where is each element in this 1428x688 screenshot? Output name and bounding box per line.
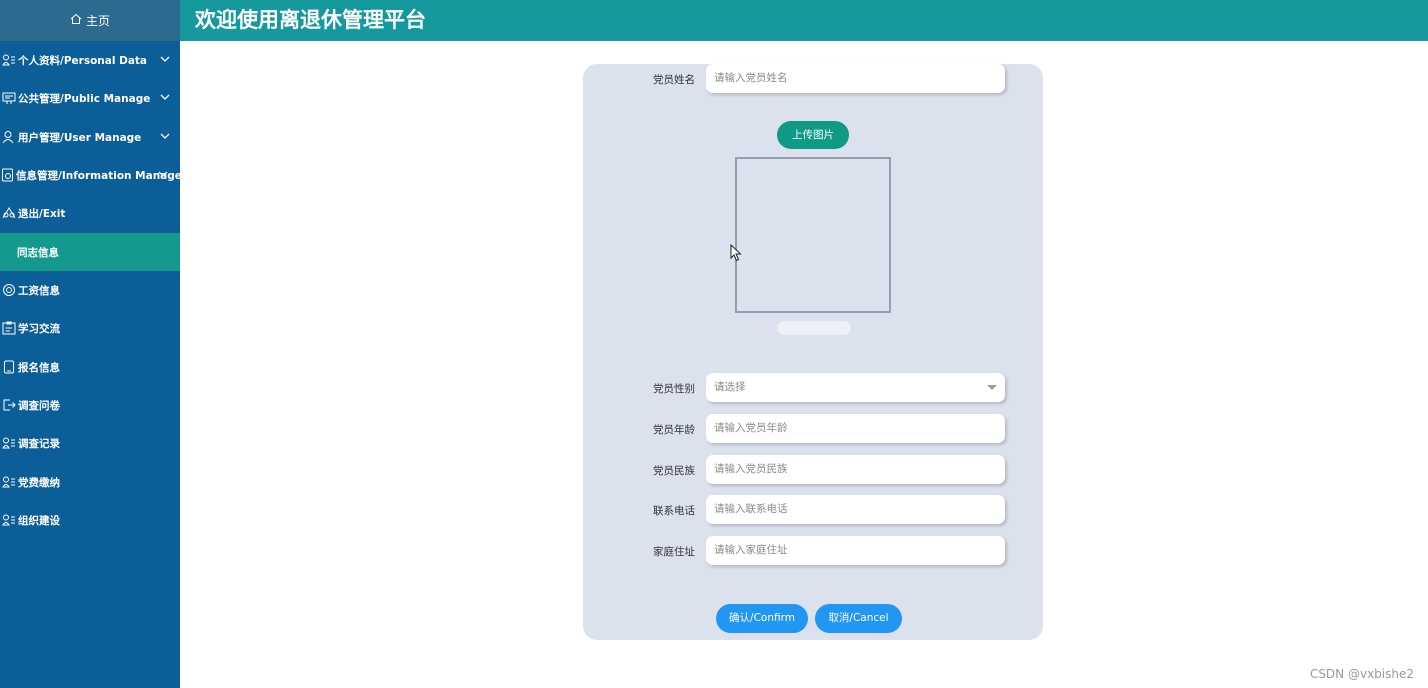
sidebar-item-label: 公共管理/Public Manage (18, 92, 151, 105)
sidebar-item-label: 报名信息 (18, 361, 60, 374)
person-card-icon (1, 52, 17, 68)
sidebar-item-survey-records[interactable]: 调查记录 (0, 424, 180, 462)
person-card-icon (1, 512, 17, 528)
sidebar-item-comrade-info[interactable]: 同志信息 (0, 233, 180, 271)
ethnicity-input[interactable]: 请输入党员民族 (706, 455, 1005, 484)
address-label: 家庭住址 (653, 546, 695, 558)
image-preview (735, 157, 891, 313)
sidebar-item-label: 调查问卷 (18, 399, 60, 412)
home-label: 主页 (85, 14, 110, 28)
user-icon (1, 129, 17, 145)
image-caption (777, 321, 851, 335)
chevron-down-icon (158, 169, 168, 181)
sidebar-item-label: 信息管理/Information Manage (16, 169, 180, 182)
chevron-down-icon (160, 131, 170, 143)
name-input[interactable]: 请输入党员姓名 (706, 64, 1005, 93)
coin-icon (1, 282, 17, 298)
member-form: 党员姓名 请输入党员姓名 上传图片 党员性别 请选择 党员年龄 请输入党员年龄 … (583, 64, 1043, 640)
address-input[interactable]: 请输入家庭住址 (706, 536, 1005, 565)
phone-icon (1, 359, 17, 375)
gender-select[interactable]: 请选择 (706, 373, 1005, 402)
home-icon (70, 13, 82, 28)
chevron-down-icon (160, 54, 170, 66)
sidebar-item-information-manage[interactable]: 信息管理/Information Manage (0, 156, 180, 194)
cancel-button[interactable]: 取消/Cancel (815, 604, 902, 633)
watermark: CSDN @vxbishe2 (1309, 667, 1414, 681)
sidebar-home[interactable]: 主页 (0, 0, 180, 41)
sidebar-item-label: 组织建设 (18, 514, 60, 527)
sidebar-item-salary-info[interactable]: 工资信息 (0, 271, 180, 309)
person-card-icon (1, 435, 17, 451)
sidebar-item-party-dues[interactable]: 党费缴纳 (0, 463, 180, 501)
clipboard-icon (1, 320, 17, 336)
gender-select-value: 请选择 (714, 381, 746, 393)
page-title: 欢迎使用离退休管理平台 (195, 8, 426, 32)
doc-gear-icon (1, 167, 15, 183)
board-icon (1, 90, 17, 106)
sidebar-item-organization[interactable]: 组织建设 (0, 501, 180, 539)
sidebar-item-label: 退出/Exit (18, 207, 66, 220)
sidebar-item-label: 个人资料/Personal Data (18, 54, 148, 67)
sidebar-item-study-exchange[interactable]: 学习交流 (0, 309, 180, 347)
sidebar-item-label: 用户管理/User Manage (18, 131, 142, 144)
upload-image-button[interactable]: 上传图片 (777, 121, 849, 149)
person-card-icon (1, 474, 17, 490)
mouse-cursor-icon (730, 243, 742, 266)
sidebar-item-registration-info[interactable]: 报名信息 (0, 348, 180, 386)
gender-label: 党员性别 (653, 383, 695, 395)
sidebar-item-label: 党费缴纳 (18, 476, 60, 489)
sidebar: 主页 个人资料/Personal Data 公共管理/Public Manage… (0, 0, 180, 688)
sidebar-item-user-manage[interactable]: 用户管理/User Manage (0, 118, 180, 156)
sidebar-item-survey[interactable]: 调查问卷 (0, 386, 180, 424)
age-label: 党员年龄 (653, 424, 695, 436)
exit-icon (1, 205, 17, 221)
sidebar-item-exit[interactable]: 退出/Exit (0, 194, 180, 232)
sidebar-item-label: 同志信息 (17, 246, 59, 259)
page-header: 欢迎使用离退休管理平台 (180, 0, 1428, 41)
sidebar-item-label: 工资信息 (18, 284, 60, 297)
name-label: 党员姓名 (653, 74, 695, 86)
sidebar-item-public-manage[interactable]: 公共管理/Public Manage (0, 79, 180, 117)
ethnicity-label: 党员民族 (653, 465, 695, 477)
sidebar-item-label: 学习交流 (18, 322, 60, 335)
phone-label: 联系电话 (653, 505, 695, 517)
confirm-button[interactable]: 确认/Confirm (716, 604, 808, 633)
chevron-down-icon (160, 92, 170, 104)
phone-input[interactable]: 请输入联系电话 (706, 495, 1005, 524)
age-input[interactable]: 请输入党员年龄 (706, 414, 1005, 443)
logout-box-icon (1, 397, 17, 413)
sidebar-item-personal-data[interactable]: 个人资料/Personal Data (0, 41, 180, 79)
sidebar-item-label: 调查记录 (18, 437, 60, 450)
dropdown-arrow-icon (987, 385, 997, 390)
